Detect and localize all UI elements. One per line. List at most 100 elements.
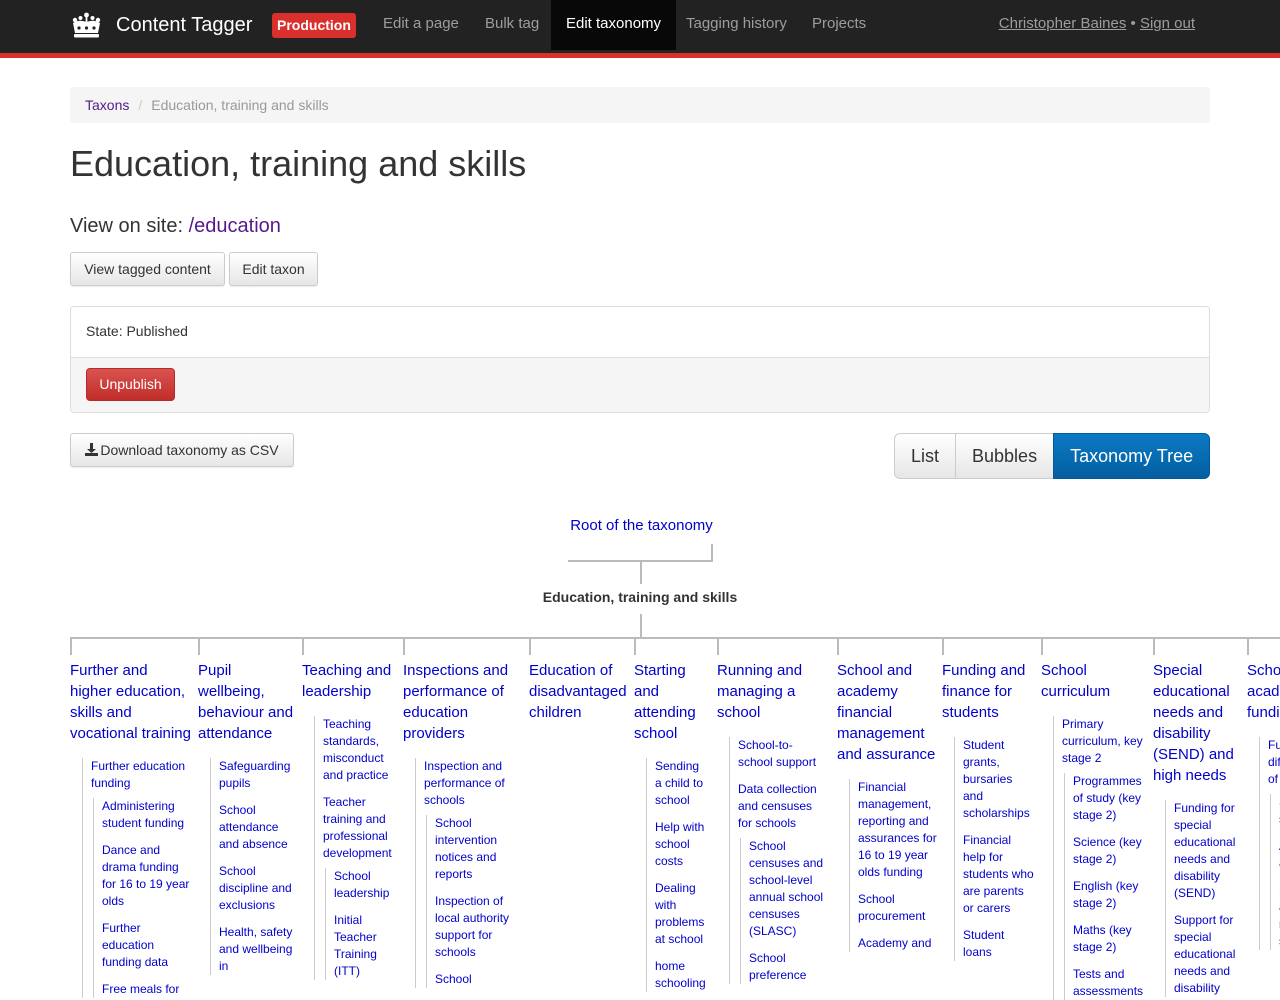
tree-child-link[interactable]: Funding for special educational needs an…	[1174, 800, 1239, 902]
tree-grandchild-link[interactable]: Dance and drama funding for 16 to 19 yea…	[102, 842, 192, 910]
tree-children: Student grants, bursaries and scholarshi…	[954, 737, 1034, 961]
user-name-link[interactable]: Christopher Baines	[999, 15, 1127, 32]
tree-column-title[interactable]: School and academy financial management …	[837, 660, 937, 765]
tree-child-link[interactable]: Data collection and censuses for schools	[738, 781, 827, 832]
breadcrumb-taxons-link[interactable]: Taxons	[85, 97, 129, 113]
tree-column: School curriculum Primary curriculum, key…	[1041, 660, 1145, 1000]
breadcrumb-separator: /	[138, 97, 143, 113]
tree-child-link[interactable]: Sending a child to school	[655, 758, 706, 809]
tree-child-link[interactable]: Financial management, reporting and assu…	[858, 779, 937, 881]
nav-bulk-tag[interactable]: Bulk tag	[470, 0, 554, 50]
nav-edit-taxonomy[interactable]: Edit taxonomy	[551, 0, 677, 50]
tree-column-title[interactable]: Special educational needs and disability…	[1153, 660, 1239, 786]
tree-column-title[interactable]: School and academy funding	[1247, 660, 1280, 723]
tree-child-link[interactable]: Financial help for students who are pare…	[963, 832, 1034, 917]
tree-column-title[interactable]: Pupil wellbeing, behaviour and attendanc…	[198, 660, 296, 744]
tree-column-title[interactable]: Further and higher education, skills and…	[70, 660, 192, 744]
tree-child-link[interactable]: Teaching standards, misconduct and pract…	[323, 716, 400, 784]
crown-logo-icon	[72, 12, 101, 38]
tree-children: Teaching standards, misconduct and pract…	[314, 716, 400, 980]
state-panel: State: Published Unpublish	[70, 306, 1210, 413]
download-csv-button[interactable]: Download taxonomy as CSV	[70, 433, 294, 467]
tree-grandchild-link[interactable]: Maths (key stage 2)	[1073, 922, 1145, 956]
tree-child-link[interactable]: Funding differences of secondary	[1268, 737, 1280, 788]
tree-grandchildren: School censuses and school-level annual …	[740, 838, 827, 984]
tree-grandchild-link[interactable]: School preference	[749, 950, 827, 984]
tree-child-link[interactable]: Health, safety and wellbeing in	[219, 924, 296, 975]
tree-grandchild-link[interactable]: School leadership	[334, 868, 400, 902]
tree-children: Funding differences of secondary School s…	[1259, 737, 1280, 950]
tree-child-link[interactable]: School-to-school support	[738, 737, 827, 771]
tree-column: Funding and finance for students Student …	[942, 660, 1034, 971]
tree-grandchild-link[interactable]: School censuses and school-level annual …	[749, 838, 827, 940]
tree-child-link[interactable]: Academy and	[858, 935, 937, 952]
tree-column-title[interactable]: Starting and attending school	[634, 660, 706, 744]
tree-child-link[interactable]: home schooling	[655, 958, 706, 992]
tree-children: School-to-school support Data collection …	[729, 737, 827, 984]
tree-grandchild-link[interactable]: Programmes of study (key stage 2)	[1073, 773, 1145, 824]
tree-column: Special educational needs and disability…	[1153, 660, 1239, 1000]
tree-children: Further education funding Administering s…	[82, 758, 192, 998]
view-list-button[interactable]: List	[894, 433, 957, 479]
nav-tagging-history[interactable]: Tagging history	[671, 0, 802, 50]
tree-grandchild-link[interactable]: Administering student funding	[102, 798, 192, 832]
tree-child-link[interactable]: Student loans	[963, 927, 1034, 961]
unpublish-button[interactable]: Unpublish	[86, 368, 175, 401]
tree-child-link[interactable]: School procurement	[858, 891, 937, 925]
tree-grandchild-link[interactable]: School	[435, 971, 521, 988]
tree-child-link[interactable]: Further education funding	[91, 758, 192, 792]
tree-column-title[interactable]: Education of disadvantaged children	[529, 660, 629, 723]
tree-column: Education of disadvantaged children	[529, 660, 629, 723]
tree-column-title[interactable]: Running and managing a school	[717, 660, 827, 723]
download-icon	[85, 443, 99, 456]
tree-grandchildren: School leadership Initial Teacher Trainin…	[325, 868, 400, 980]
nav-edit-a-page[interactable]: Edit a page	[368, 0, 474, 50]
environment-badge: Production	[272, 13, 356, 38]
state-text: State: Published	[71, 307, 1209, 358]
tree-column-title[interactable]: Teaching and leadership	[302, 660, 400, 702]
tree-child-link[interactable]: Support for special educational needs an…	[1174, 912, 1239, 997]
tree-grandchild-link[interactable]: English (key stage 2)	[1073, 878, 1145, 912]
edit-taxon-button[interactable]: Edit taxon	[229, 252, 318, 286]
view-bubbles-button[interactable]: Bubbles	[955, 433, 1055, 479]
tree-child-link[interactable]: School discipline and exclusions	[219, 863, 296, 914]
tree-grandchildren: Administering student funding Dance and d…	[93, 798, 192, 998]
tree-column: Further and higher education, skills and…	[70, 660, 192, 1000]
tree-grandchild-link[interactable]: Science (key stage 2)	[1073, 834, 1145, 868]
download-csv-label: Download taxonomy as CSV	[100, 442, 279, 458]
tree-column-title[interactable]: School curriculum	[1041, 660, 1145, 702]
tree-grandchild-link[interactable]: Inspection of local authority support fo…	[435, 893, 521, 961]
tree-column: Teaching and leadership Teaching standard…	[302, 660, 400, 990]
tree-grandchild-link[interactable]: Free meals for	[102, 981, 192, 998]
tree-grandchild-link[interactable]: School intervention notices and reports	[435, 815, 521, 883]
tree-column-title[interactable]: Inspections and performance of education…	[403, 660, 521, 744]
tree-child-link[interactable]: Teacher training and professional develo…	[323, 794, 400, 862]
tree-child-link[interactable]: Inspection and performance of schools	[424, 758, 521, 809]
view-on-site: View on site: /education	[70, 212, 281, 240]
view-on-site-label: View on site:	[70, 215, 184, 237]
tree-child-link[interactable]: Help with school costs	[655, 819, 706, 870]
view-taxonomy-tree-button[interactable]: Taxonomy Tree	[1053, 433, 1211, 479]
tree-children: Funding for special educational needs an…	[1165, 800, 1239, 997]
brand[interactable]: Content Tagger	[70, 0, 252, 50]
taxonomy-tree: Root of the taxonomy Education, training…	[0, 500, 1280, 1000]
tree-child-link[interactable]: School attendance and absence	[219, 802, 296, 853]
view-switcher: List Bubbles Taxonomy Tree	[894, 433, 1211, 479]
tree-root-link[interactable]: Root of the taxonomy	[0, 517, 1280, 534]
tree-grandchild-link[interactable]: Tests and assessments	[1073, 966, 1145, 1000]
view-on-site-link[interactable]: /education	[189, 215, 281, 237]
tree-grandchild-link[interactable]: Initial Teacher Training (ITT)	[334, 912, 400, 980]
tree-child-link[interactable]: Primary curriculum, key stage 2	[1062, 716, 1145, 767]
tree-child-link[interactable]: Safeguarding pupils	[219, 758, 296, 792]
tree-column: School and academy financial management …	[837, 660, 937, 962]
tree-grandchild-link[interactable]: Further education funding data	[102, 920, 192, 971]
nav-projects[interactable]: Projects	[797, 0, 881, 50]
sign-out-link[interactable]: Sign out	[1140, 15, 1195, 32]
page-title: Education, training and skills	[70, 143, 527, 184]
tree-child-link[interactable]: Student grants, bursaries and scholarshi…	[963, 737, 1034, 822]
tree-column-title[interactable]: Funding and finance for students	[942, 660, 1034, 723]
tree-column: Running and managing a school School-to-s…	[717, 660, 827, 994]
view-tagged-content-button[interactable]: View tagged content	[70, 252, 225, 286]
tree-child-link[interactable]: Dealing with problems at school	[655, 880, 706, 948]
tree-children: Safeguarding pupils School attendance and…	[210, 758, 296, 975]
